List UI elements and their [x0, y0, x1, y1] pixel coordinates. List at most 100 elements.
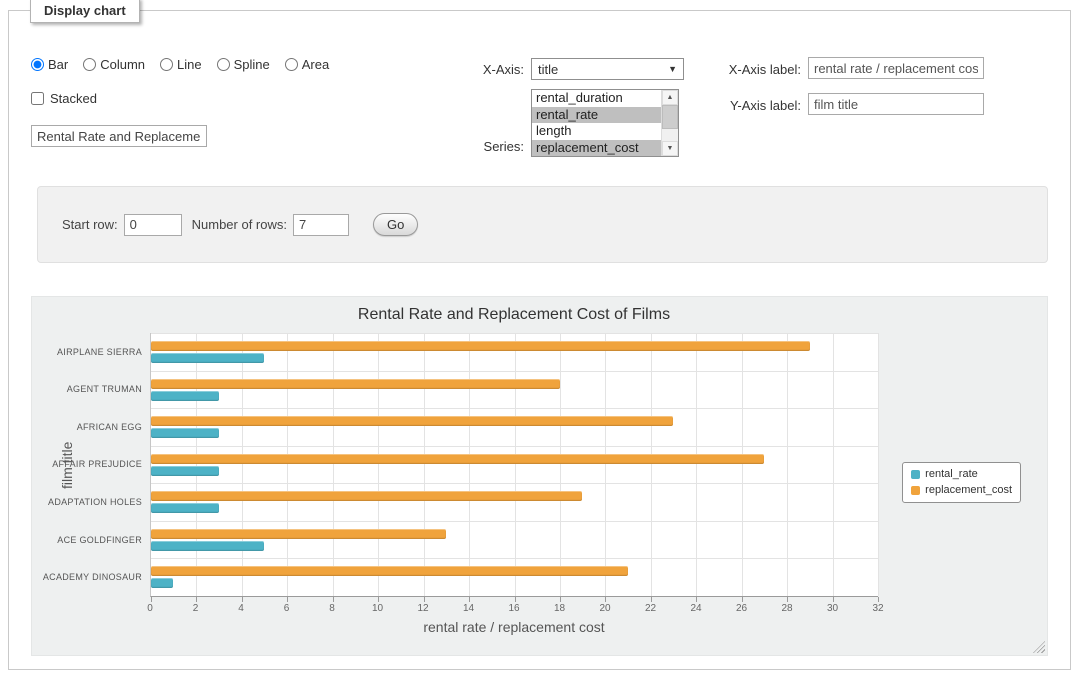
chart-type-area[interactable]: Area [285, 57, 329, 72]
tick-mark [424, 597, 425, 602]
x-tick-label: 8 [329, 603, 335, 614]
bar-replacement_cost [151, 566, 628, 576]
x-axis-select-label: X-Axis: [449, 62, 524, 77]
x-tick-label: 20 [599, 603, 610, 614]
bar-replacement_cost [151, 341, 810, 351]
bar-rental_rate [151, 466, 219, 476]
scroll-up-icon[interactable]: ▲ [662, 90, 678, 105]
x-tick-label: 18 [554, 603, 565, 614]
x-axis-label-input[interactable] [808, 57, 984, 79]
chart-type-label: Area [302, 57, 329, 72]
bar-replacement_cost [151, 529, 446, 539]
tick-mark [787, 597, 788, 602]
tick-mark [742, 597, 743, 602]
scroll-down-icon[interactable]: ▼ [662, 141, 678, 156]
scrollbar-track[interactable] [662, 129, 678, 141]
chart-x-axis-title: rental rate / replacement cost [150, 619, 878, 635]
num-rows-input[interactable] [293, 214, 349, 236]
row-range-panel: Start row: Number of rows: Go [37, 186, 1048, 263]
bar-replacement_cost [151, 416, 673, 426]
x-tick-label: 32 [872, 603, 883, 614]
chart-title-input[interactable] [31, 125, 207, 147]
chart-type-spline[interactable]: Spline [217, 57, 270, 72]
x-tick-label: 24 [690, 603, 701, 614]
category-label: AIRPLANE SIERRA [57, 347, 142, 357]
x-tick-label: 4 [238, 603, 244, 614]
x-axis-label-label: X-Axis label: [699, 62, 801, 77]
chart-type-label: Bar [48, 57, 68, 72]
x-tick-label: 14 [463, 603, 474, 614]
x-tick-label: 16 [508, 603, 519, 614]
category-band: ADAPTATION HOLES [151, 483, 878, 521]
x-axis-select[interactable]: title ▼ [531, 58, 684, 80]
chart-plot-area: AIRPLANE SIERRAAGENT TRUMANAFRICAN EGGAF… [150, 333, 878, 597]
start-row-input[interactable] [124, 214, 182, 236]
tick-mark [333, 597, 334, 602]
y-axis-label-label: Y-Axis label: [699, 98, 801, 113]
x-tick-label: 6 [284, 603, 290, 614]
category-label: ACE GOLDFINGER [57, 535, 142, 545]
x-tick-label: 12 [417, 603, 428, 614]
bar-rental_rate [151, 353, 264, 363]
tick-mark [378, 597, 379, 602]
series-scrollbar[interactable]: ▲ ▼ [661, 90, 678, 156]
chart-type-radio-bar[interactable] [31, 58, 44, 71]
chart-type-radio-area[interactable] [285, 58, 298, 71]
chart-type-line[interactable]: Line [160, 57, 202, 72]
chart-type-bar[interactable]: Bar [31, 57, 68, 72]
series-list-label: Series: [449, 139, 524, 154]
panel-title: Display chart [30, 0, 140, 23]
category-band: AIRPLANE SIERRA [151, 333, 878, 371]
series-option-rental_rate[interactable]: rental_rate [532, 107, 661, 124]
bar-replacement_cost [151, 491, 582, 501]
scrollbar-thumb[interactable] [662, 105, 678, 129]
chart-type-radio-spline[interactable] [217, 58, 230, 71]
category-label: AGENT TRUMAN [67, 384, 142, 394]
category-label: AFFAIR PREJUDICE [52, 459, 142, 469]
legend-item-replacement_cost[interactable]: replacement_cost [911, 484, 1012, 496]
category-band: AFRICAN EGG [151, 408, 878, 446]
go-button[interactable]: Go [373, 213, 418, 236]
bar-replacement_cost [151, 379, 560, 389]
legend-item-rental_rate[interactable]: rental_rate [911, 468, 1012, 480]
bar-rental_rate [151, 503, 219, 513]
legend-label: rental_rate [925, 468, 978, 480]
chart-type-label: Spline [234, 57, 270, 72]
resize-handle-icon[interactable] [1033, 641, 1045, 653]
tick-mark [560, 597, 561, 602]
x-axis-ticks: 02468101214161820222426283032 [150, 603, 878, 615]
tick-mark [833, 597, 834, 602]
bar-rental_rate [151, 428, 219, 438]
category-label: AFRICAN EGG [77, 422, 142, 432]
series-option-replacement_cost[interactable]: replacement_cost [532, 140, 661, 157]
series-option-length[interactable]: length [532, 123, 661, 140]
stacked-option[interactable]: Stacked [31, 91, 97, 106]
chart-type-label: Column [100, 57, 145, 72]
chart-type-radio-column[interactable] [83, 58, 96, 71]
x-tick-label: 26 [736, 603, 747, 614]
y-axis-label-input[interactable] [808, 93, 984, 115]
tick-mark [242, 597, 243, 602]
tick-mark [605, 597, 606, 602]
legend-label: replacement_cost [925, 484, 1012, 496]
chart-type-column[interactable]: Column [83, 57, 145, 72]
x-tick-label: 28 [781, 603, 792, 614]
x-tick-label: 10 [372, 603, 383, 614]
chart-type-group: Bar Column Line Spline Area [31, 57, 329, 72]
tick-mark [651, 597, 652, 602]
category-band: AFFAIR PREJUDICE [151, 446, 878, 484]
x-tick-label: 22 [645, 603, 656, 614]
chart-type-radio-line[interactable] [160, 58, 173, 71]
legend-swatch-icon [911, 486, 920, 495]
x-tick-label: 2 [193, 603, 199, 614]
series-option-rental_duration[interactable]: rental_duration [532, 90, 661, 107]
series-options: rental_durationrental_ratelengthreplacem… [532, 90, 661, 156]
stacked-checkbox[interactable] [31, 92, 44, 105]
stacked-label: Stacked [50, 91, 97, 106]
chart: Rental Rate and Replacement Cost of Film… [31, 296, 1048, 656]
num-rows-label: Number of rows: [192, 217, 287, 232]
tick-mark [151, 597, 152, 602]
series-listbox: rental_durationrental_ratelengthreplacem… [531, 89, 679, 157]
category-band: ACE GOLDFINGER [151, 521, 878, 559]
tick-mark [696, 597, 697, 602]
